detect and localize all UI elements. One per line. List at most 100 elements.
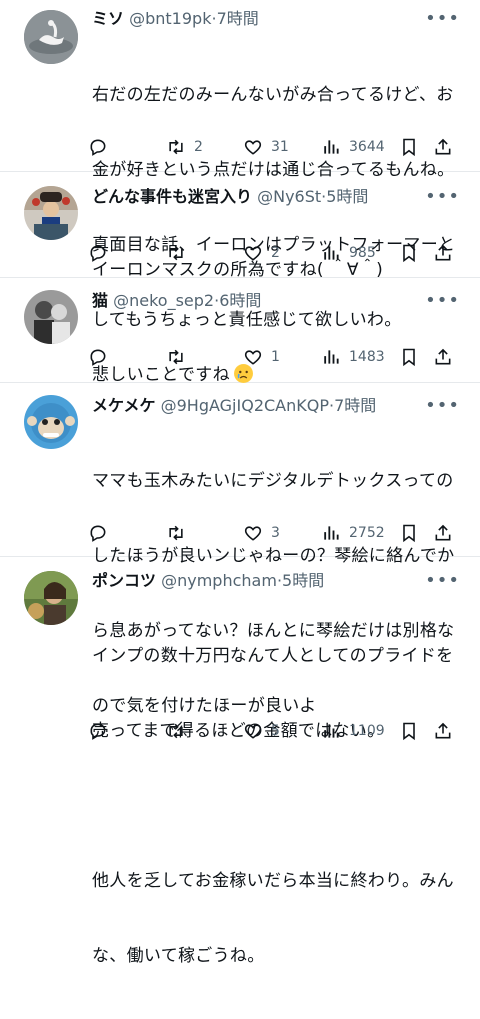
retweet-icon [169,525,183,541]
user-handle[interactable]: @Ny6St [257,187,321,206]
bookmark-button[interactable] [399,241,419,265]
tweet-4[interactable]: メケメケ @9HgAGjIQ2CAnKQP·7時間 ••• ママも玉木みたいにデ… [0,383,480,716]
retweet-button[interactable] [166,521,194,545]
share-icon [435,244,451,261]
more-icon[interactable]: ••• [425,393,460,419]
like-button[interactable]: 31 [243,135,289,159]
retweet-button[interactable]: 2 [166,135,203,159]
tweet-header: ミソ @bnt19pk·7時間 [92,6,440,32]
retweet-count: 2 [194,139,203,155]
retweet-icon [169,139,183,155]
like-button[interactable]: 5 [243,719,280,743]
action-bar: 5 1109 [88,719,468,743]
avatar[interactable] [24,10,78,64]
bookmark-button[interactable] [399,719,419,743]
display-name[interactable]: どんな事件も迷宮入り [92,187,252,206]
share-icon [435,348,451,365]
views-button[interactable]: 1483 [321,345,385,369]
share-button[interactable] [433,719,453,743]
like-icon [244,724,262,739]
retweet-button[interactable] [166,345,194,369]
views-button[interactable]: 1109 [321,719,385,743]
tweet-5[interactable]: ポンコツ @nymphcham·5時間 ••• インプの数十万円なんて人としての… [0,557,480,966]
retweet-icon [169,349,183,365]
action-bar: 2 985 [88,241,468,265]
action-bar: 2 31 3644 [88,135,468,159]
bookmark-button[interactable] [399,345,419,369]
user-handle[interactable]: @neko_sep2 [113,291,214,310]
reply-button[interactable] [88,241,116,265]
share-button[interactable] [433,521,453,545]
views-icon [324,246,339,260]
timestamp[interactable]: 5時間 [326,187,368,206]
tweet-line: な、働いて稼ごうね。 [92,946,265,966]
views-count: 1109 [349,723,385,739]
user-handle[interactable]: @bnt19pk [129,9,211,28]
views-button[interactable]: 2752 [321,521,385,545]
tweet-header: ポンコツ @nymphcham·5時間 [92,568,440,594]
more-icon[interactable]: ••• [425,288,460,314]
tweet-1[interactable]: ミソ @bnt19pk·7時間 ••• 右だの左だのみーんないがみ合ってるけど、… [0,0,480,330]
like-icon [244,350,262,365]
retweet-button[interactable] [166,241,194,265]
like-count: 1 [271,349,280,365]
display-name[interactable]: ポンコツ [92,571,156,590]
like-button[interactable]: 3 [243,521,280,545]
reply-icon [90,139,106,156]
tweet-3[interactable]: 猫 @neko_sep2·6時間 ••• 悲しいことですね 1 1483 [0,278,480,385]
like-count: 3 [271,525,280,541]
views-button[interactable]: 985 [321,241,376,265]
timestamp[interactable]: 7時間 [217,9,259,28]
views-icon [324,526,339,540]
avatar[interactable] [24,395,78,449]
retweet-icon [169,723,183,739]
more-icon[interactable]: ••• [425,184,460,210]
like-icon [244,246,262,261]
bookmark-button[interactable] [399,135,419,159]
views-count: 2752 [349,525,385,541]
display-name[interactable]: メケメケ [92,396,156,415]
views-button[interactable]: 3644 [321,135,385,159]
reply-icon [90,349,106,366]
tweet-header: 猫 @neko_sep2·6時間 [92,288,440,314]
like-button[interactable]: 1 [243,345,280,369]
reply-button[interactable] [88,521,116,545]
retweet-button[interactable] [166,719,194,743]
timestamp[interactable]: 5時間 [282,571,324,590]
share-icon [435,138,451,155]
bookmark-button[interactable] [399,521,419,545]
share-icon [435,722,451,739]
views-icon [324,350,339,364]
tweet-line: 他人を乏してお金稼いだら本当に終わり。みん [92,871,454,891]
tweet-2[interactable]: どんな事件も迷宮入り @Ny6St·5時間 ••• イーロンマスクの所為ですね(… [0,172,480,280]
tweet-header: メケメケ @9HgAGjIQ2CAnKQP·7時間 [92,393,440,419]
avatar[interactable] [24,290,78,344]
tweet-line: インプの数十万円なんて人としてのプライドを [92,646,454,666]
avatar[interactable] [24,571,78,625]
user-handle[interactable]: @9HgAGjIQ2CAnKQP [161,396,329,415]
timestamp[interactable]: 7時間 [334,396,376,415]
share-button[interactable] [433,135,453,159]
reply-button[interactable] [88,719,116,743]
bookmark-icon [403,138,415,157]
share-button[interactable] [433,241,453,265]
bookmark-icon [403,722,415,741]
reply-icon [90,245,106,262]
share-button[interactable] [433,345,453,369]
reply-button[interactable] [88,135,116,159]
avatar[interactable] [24,186,78,240]
user-handle[interactable]: @nymphcham [161,571,277,590]
tweet-text: インプの数十万円なんて人としてのプライドを 売ってまで得るほどの金額ではない。 … [92,594,466,1019]
display-name[interactable]: ミソ [92,9,124,28]
views-count: 985 [349,245,376,261]
more-icon[interactable]: ••• [425,568,460,594]
more-icon[interactable]: ••• [425,6,460,32]
views-icon [324,140,339,154]
timestamp[interactable]: 6時間 [219,291,261,310]
reply-icon [90,723,106,740]
like-count: 31 [271,139,289,155]
like-button[interactable]: 2 [243,241,280,265]
action-bar: 1 1483 [88,345,468,369]
reply-button[interactable] [88,345,116,369]
display-name[interactable]: 猫 [92,291,108,310]
